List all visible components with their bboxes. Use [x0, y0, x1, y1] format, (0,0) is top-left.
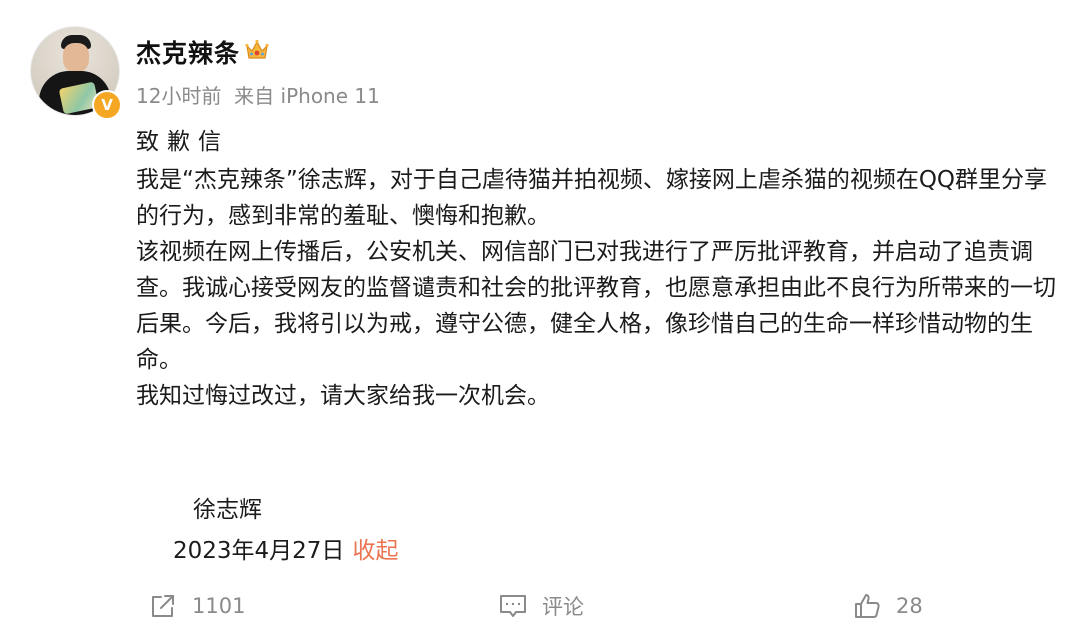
comment-button[interactable]: 评论	[498, 586, 584, 626]
paragraph-2: 该视频在网上传播后，公安机关、网信部门已对我进行了严厉批评教育，并启动了追责调查…	[136, 239, 1056, 373]
repost-button[interactable]: 1101	[148, 586, 245, 626]
verified-badge-icon: V	[92, 90, 122, 120]
username[interactable]: 杰克辣条	[136, 34, 240, 70]
thumbs-up-icon	[855, 594, 880, 618]
action-bar: 1101 评论 28	[0, 586, 1080, 626]
comment-label: 评论	[542, 595, 584, 619]
like-button[interactable]: 28	[852, 586, 923, 626]
signature-date: 2023年4月27日	[173, 538, 345, 564]
post-content: 致歉信 我是“杰克辣条”徐志辉，对于自己虐待猫并拍视频、嫁接网上虐杀猫的视频在Q…	[136, 124, 1066, 414]
paragraph-1: 我是“杰克辣条”徐志辉，对于自己虐待猫并拍视频、嫁接网上虐杀猫的视频在QQ群里分…	[136, 167, 1048, 229]
avatar-face	[63, 43, 89, 73]
signature-date-row: 2023年4月27日 收起	[173, 535, 398, 567]
crown-icon	[245, 39, 269, 59]
letter-title: 致歉信	[136, 129, 229, 155]
repost-count: 1101	[192, 594, 246, 618]
signature-name: 徐志辉	[193, 497, 262, 523]
like-count: 28	[896, 594, 923, 618]
share-icon	[152, 595, 174, 617]
comment-icon	[500, 595, 526, 617]
paragraph-3: 我知过悔过改过，请大家给我一次机会。	[136, 383, 550, 409]
collapse-link[interactable]: 收起	[352, 538, 398, 564]
post-meta: 12小时前 来自 iPhone 11	[136, 84, 380, 108]
